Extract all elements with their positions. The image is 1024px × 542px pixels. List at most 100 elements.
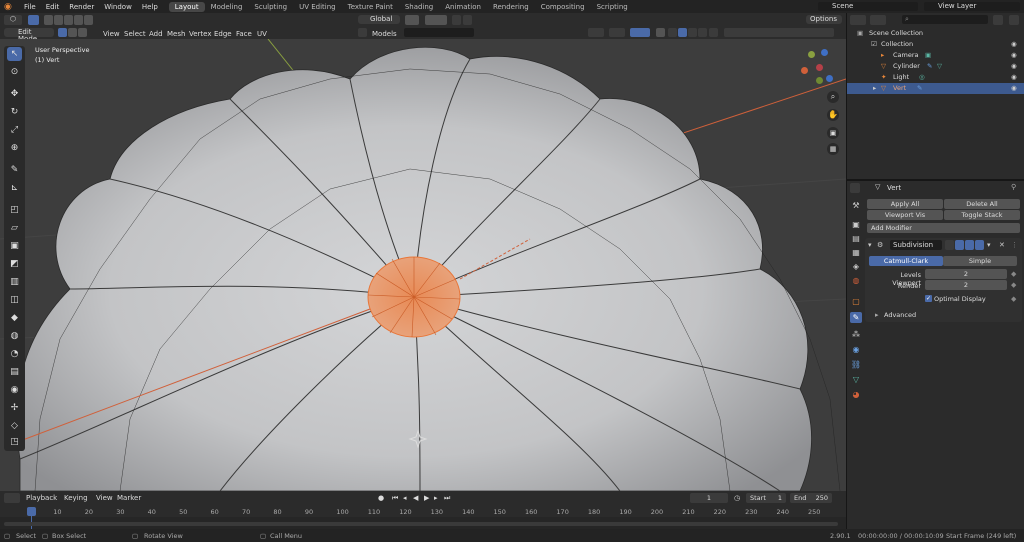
physics-tab-icon[interactable]: ◉ <box>850 344 862 355</box>
advanced-chevron-icon[interactable]: ▸ <box>875 311 879 319</box>
timeline-area[interactable]: 1102030405060708090100110120130140150160… <box>0 505 846 529</box>
render-toggle-icon[interactable] <box>975 240 984 250</box>
expand-chevron-icon[interactable]: ▸ <box>873 83 876 94</box>
xray-icon[interactable] <box>656 28 665 37</box>
measure-tool-icon[interactable]: ⊾ <box>7 181 22 195</box>
menu-marker[interactable]: Marker <box>117 494 141 502</box>
outliner-search-field[interactable]: ⌕ <box>902 15 988 24</box>
extra-tool-icon[interactable]: ◳ <box>7 435 22 449</box>
vertex-select-icon[interactable] <box>58 28 67 37</box>
workspace-tab-animation[interactable]: Animation <box>439 2 487 12</box>
modifier-tab-icon[interactable]: ✎ <box>850 312 862 323</box>
collapse-chevron-icon[interactable]: ▾ <box>868 241 872 249</box>
keyframe-dot-icon[interactable]: ◆ <box>1011 270 1016 278</box>
transform-orientation-dropdown[interactable]: Global <box>358 15 400 24</box>
move-tool-icon[interactable]: ✥ <box>7 87 22 101</box>
overlays-icon[interactable] <box>630 28 650 37</box>
outliner-item-collection[interactable]: ☑ Collection ◉ <box>847 39 1024 50</box>
particles-tab-icon[interactable]: ⁂ <box>850 329 862 340</box>
apply-all-button[interactable]: Apply All <box>867 199 943 209</box>
gizmo-neg-y-icon[interactable] <box>816 77 823 84</box>
select-mode-invert-icon[interactable] <box>74 15 83 25</box>
snap-target-label[interactable]: Models <box>372 30 397 38</box>
play-icon[interactable]: ▶ <box>424 494 429 502</box>
outliner-item-vert[interactable]: ▸ ▽ Vert ✎ ◉ <box>847 83 1024 94</box>
render-tab-icon[interactable]: ▣ <box>850 219 862 230</box>
view-layer-tab-icon[interactable]: ▦ <box>850 247 862 258</box>
menu-vertex[interactable]: Vertex <box>189 30 212 38</box>
knife-tool-icon[interactable]: ◫ <box>7 293 22 307</box>
workspace-tab-shading[interactable]: Shading <box>399 2 439 12</box>
keyframe-dot-icon[interactable]: ◆ <box>1011 295 1016 303</box>
rotate-tool-icon[interactable]: ↻ <box>7 105 22 119</box>
view-object-types-icon[interactable] <box>588 28 604 37</box>
menu-face[interactable]: Face <box>236 30 252 38</box>
optimal-display-checkbox[interactable]: ✓ <box>925 295 932 302</box>
menu-edge[interactable]: Edge <box>214 30 232 38</box>
frame-ruler[interactable]: 1102030405060708090100110120130140150160… <box>0 505 846 517</box>
snap-search-field[interactable] <box>404 28 474 37</box>
select-mode-extend-icon[interactable] <box>54 15 63 25</box>
rip-region-tool-icon[interactable]: ◇ <box>7 419 22 433</box>
workspace-tab-uv-editing[interactable]: UV Editing <box>293 2 342 12</box>
menu-render[interactable]: Render <box>64 3 99 11</box>
pan-hand-icon[interactable]: ✋ <box>827 109 839 121</box>
workspace-tab-modeling[interactable]: Modeling <box>205 2 249 12</box>
menu-help[interactable]: Help <box>137 3 163 11</box>
realtime-toggle-icon[interactable] <box>965 240 974 250</box>
scene-tab-icon[interactable]: ◈ <box>850 261 862 272</box>
workspace-tab-texture-paint[interactable]: Texture Paint <box>342 2 399 12</box>
current-frame-field[interactable]: 1 <box>690 493 728 503</box>
blender-logo-icon[interactable]: ◉ <box>4 2 16 12</box>
prev-keyframe-icon[interactable]: ◂ <box>403 494 407 502</box>
gizmo-z-icon[interactable] <box>821 49 828 56</box>
viewport-vis-button[interactable]: Viewport Vis <box>867 210 943 220</box>
shading-wireframe-icon[interactable] <box>668 28 677 37</box>
annotate-tool-icon[interactable]: ✎ <box>7 163 22 177</box>
tool-tab-icon[interactable]: ⚒ <box>850 200 862 211</box>
optimal-display-label[interactable]: Optimal Display <box>934 295 986 303</box>
menu-edit[interactable]: Edit <box>41 3 65 11</box>
select-mode-new-icon[interactable] <box>44 15 53 25</box>
edge-select-icon[interactable] <box>68 28 77 37</box>
select-tool-icon[interactable] <box>28 15 39 25</box>
shading-rendered-icon[interactable] <box>698 28 707 37</box>
new-collection-icon[interactable] <box>1009 15 1019 25</box>
cursor-tool-icon[interactable]: ⊙ <box>7 65 22 79</box>
menu-mesh[interactable]: Mesh <box>167 30 185 38</box>
menu-uv[interactable]: UV <box>257 30 267 38</box>
gizmo-x-icon[interactable] <box>801 67 808 74</box>
pin-icon[interactable]: ⚲ <box>1011 183 1016 191</box>
snap-target-icon[interactable] <box>358 28 367 37</box>
face-select-icon[interactable] <box>78 28 87 37</box>
playhead[interactable] <box>27 507 36 516</box>
timeline-scrollbar[interactable] <box>4 522 838 526</box>
workspace-tab-layout[interactable]: Layout <box>168 1 205 12</box>
inset-tool-icon[interactable]: ▣ <box>7 239 22 253</box>
outliner-editor-icon[interactable] <box>850 15 866 25</box>
end-frame-field[interactable]: End 250 <box>790 493 832 503</box>
menu-timeline-view[interactable]: View <box>96 494 113 502</box>
perspective-toggle-icon[interactable]: ▦ <box>827 143 839 155</box>
outliner-item-cylinder[interactable]: ▽ Cylinder ✎ ▽ ◉ <box>847 61 1024 72</box>
timeline-editor-icon[interactable] <box>4 493 20 503</box>
next-keyframe-icon[interactable]: ▸ <box>434 494 438 502</box>
workspace-tab-scripting[interactable]: Scripting <box>591 2 634 12</box>
select-mode-subtract-icon[interactable] <box>64 15 73 25</box>
properties-editor-icon[interactable] <box>850 183 860 193</box>
view-layer-selector[interactable]: View Layer <box>924 2 1020 11</box>
smooth-tool-icon[interactable]: ◔ <box>7 347 22 361</box>
poly-build-tool-icon[interactable]: ◆ <box>7 311 22 325</box>
transform-tool-icon[interactable]: ⊕ <box>7 141 22 155</box>
shading-solid-icon[interactable] <box>678 28 687 37</box>
loop-cut-tool-icon[interactable]: ▥ <box>7 275 22 289</box>
constraints-tab-icon[interactable]: ⛓ <box>850 359 862 370</box>
menu-window[interactable]: Window <box>99 3 137 11</box>
jump-start-icon[interactable]: ⏮ <box>392 494 398 503</box>
output-tab-icon[interactable]: ▤ <box>850 233 862 244</box>
scale-tool-icon[interactable]: ⤢ <box>7 123 22 137</box>
workspace-tab-rendering[interactable]: Rendering <box>487 2 535 12</box>
outliner-scene-collection[interactable]: ▣ Scene Collection <box>847 28 1024 39</box>
menu-playback[interactable]: Playback <box>26 494 57 502</box>
workspace-tab-compositing[interactable]: Compositing <box>535 2 591 12</box>
